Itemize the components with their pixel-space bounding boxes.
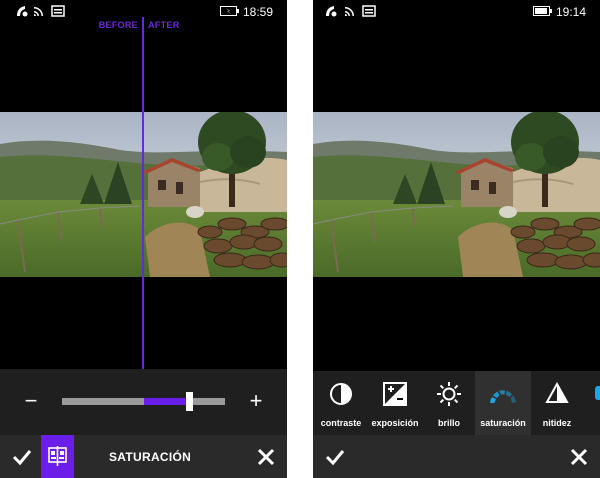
accept-button[interactable] — [325, 447, 345, 467]
decrease-button[interactable]: − — [24, 388, 38, 414]
left-phone-screen: 18:59 BEFORE AFTER − + SATURACIÓN — [0, 0, 287, 478]
tool-title: SATURACIÓN — [109, 450, 192, 464]
status-bar: 19:14 — [313, 0, 600, 24]
tool-exposure[interactable]: exposición — [367, 371, 423, 435]
tool-label: contraste — [320, 418, 362, 428]
close-icon — [257, 448, 275, 466]
cancel-button[interactable] — [570, 448, 588, 466]
adjustment-panel: − + — [0, 369, 287, 435]
cancel-button[interactable] — [257, 448, 275, 466]
exposure-icon — [381, 381, 409, 407]
nfc-icon — [325, 5, 339, 17]
app-bar — [313, 435, 600, 478]
battery-charging-icon — [220, 6, 240, 16]
saturation-icon — [489, 381, 517, 407]
tool-label: brillo — [438, 418, 460, 428]
brightness-icon — [435, 381, 463, 407]
adjustment-tools-strip: contraste exposición brillo saturación n… — [313, 371, 600, 435]
battery-icon — [533, 6, 553, 16]
wifi-icon — [33, 5, 47, 17]
before-label: BEFORE — [98, 20, 138, 30]
right-phone-screen: 19:14 contraste exposición brillo satura… — [313, 0, 600, 478]
notification-icon — [362, 5, 376, 17]
compare-icon — [48, 446, 67, 466]
tool-label: saturación — [480, 418, 526, 428]
check-icon — [12, 450, 32, 466]
nfc-icon — [16, 5, 30, 17]
tool-contrast[interactable]: contraste — [313, 371, 369, 435]
tool-brightness[interactable]: brillo — [421, 371, 477, 435]
accept-button[interactable] — [12, 447, 32, 467]
tool-label: exposición — [371, 418, 419, 428]
status-time: 18:59 — [242, 5, 273, 19]
slider-fill — [143, 398, 190, 405]
slider-thumb[interactable] — [186, 392, 194, 411]
compare-toggle-button[interactable] — [41, 435, 74, 478]
status-time: 19:14 — [555, 5, 586, 19]
check-icon — [325, 450, 345, 466]
app-bar: SATURACIÓN — [0, 435, 287, 478]
wifi-icon — [344, 5, 358, 17]
landscape-photo — [313, 112, 600, 277]
increase-button[interactable]: + — [246, 388, 266, 414]
sharpness-icon — [543, 381, 571, 407]
photo-preview[interactable] — [313, 112, 600, 277]
tool-label: nitidez — [542, 418, 572, 428]
tool-saturation[interactable]: saturación — [475, 371, 531, 435]
compare-divider-handle[interactable] — [142, 17, 144, 369]
saturation-slider[interactable] — [62, 392, 225, 411]
notification-icon — [51, 5, 65, 17]
contrast-icon — [327, 381, 355, 407]
tool-sharpness[interactable]: nitidez — [529, 371, 585, 435]
close-icon — [570, 448, 588, 466]
next-tool-partial[interactable] — [595, 386, 600, 400]
after-label: AFTER — [148, 20, 180, 30]
